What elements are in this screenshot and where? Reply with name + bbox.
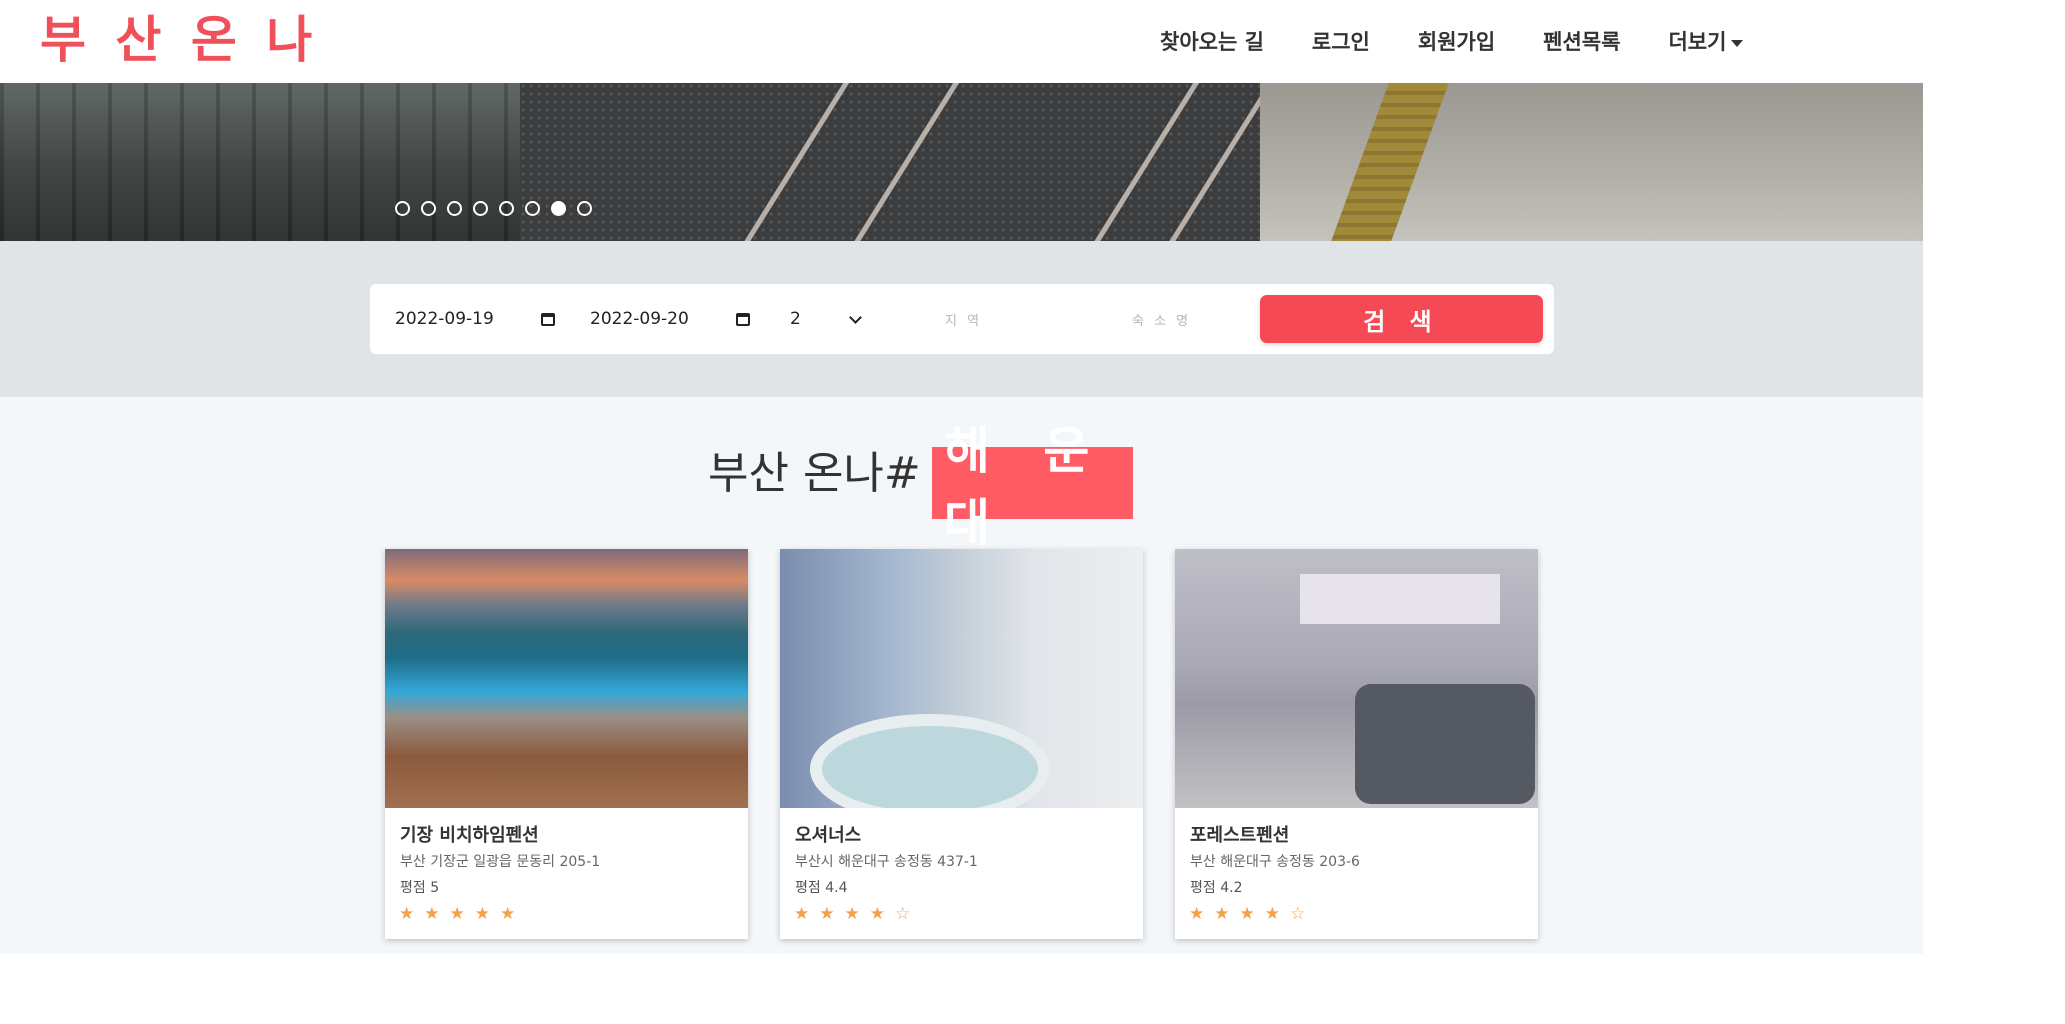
hero-image-left [0, 83, 520, 241]
carousel-dot[interactable] [525, 201, 540, 216]
carousel-dot[interactable] [473, 201, 488, 216]
star-filled-icon: ★ [500, 904, 516, 924]
star-filled-icon: ★ [1264, 904, 1280, 924]
checkin-value: 2022-09-19 [395, 309, 494, 329]
pension-image[interactable] [385, 549, 748, 808]
search-form: 2022-09-19 2022-09-20 2 지 역 숙 소 명 검 색 [370, 284, 1554, 354]
hero-carousel [0, 83, 1923, 241]
checkin-date-input[interactable]: 2022-09-19 [395, 284, 555, 354]
star-filled-icon: ★ [1189, 904, 1205, 924]
checkout-value: 2022-09-20 [590, 309, 689, 329]
region-placeholder: 지 역 [945, 313, 983, 329]
search-section: 2022-09-19 2022-09-20 2 지 역 숙 소 명 검 색 [0, 241, 1923, 397]
pension-name[interactable]: 오셔너스 [795, 821, 861, 847]
star-filled-icon: ★ [424, 904, 440, 924]
star-filled-icon: ★ [399, 904, 415, 924]
star-filled-icon: ★ [1239, 904, 1255, 924]
star-filled-icon: ★ [474, 904, 490, 924]
star-empty-icon: ☆ [1290, 904, 1306, 924]
lodging-name-input[interactable]: 숙 소 명 [1132, 284, 1242, 354]
nav-more-dropdown[interactable]: 더보기 [1668, 26, 1744, 56]
site-header: 부 산 온 나 찾아오는 길 로그인 회원가입 펜션목록 더보기 [0, 0, 2065, 83]
pension-address: 부산시 해운대구 송정동 437-1 [795, 854, 978, 870]
star-filled-icon: ★ [844, 904, 860, 924]
pension-image[interactable] [780, 549, 1143, 808]
pension-image[interactable] [1175, 549, 1538, 808]
pension-card[interactable]: 오셔너스 부산시 해운대구 송정동 437-1 평점 4.4 ★ ★ ★ ★ ☆ [780, 549, 1143, 939]
carousel-dot[interactable] [551, 201, 566, 216]
star-rating: ★ ★ ★ ★ ☆ [794, 904, 910, 924]
checkout-date-input[interactable]: 2022-09-20 [590, 284, 750, 354]
star-filled-icon: ★ [819, 904, 835, 924]
carousel-indicators [395, 201, 592, 216]
star-empty-icon: ☆ [895, 904, 911, 924]
nav-directions[interactable]: 찾아오는 길 [1160, 26, 1264, 56]
main-nav: 찾아오는 길 로그인 회원가입 펜션목록 더보기 [1160, 26, 1744, 56]
nav-more-label: 더보기 [1668, 30, 1727, 54]
carousel-dot[interactable] [421, 201, 436, 216]
nav-signup[interactable]: 회원가입 [1418, 26, 1495, 56]
pension-rating: 평점 4.2 [1190, 880, 1243, 896]
carousel-dot[interactable] [395, 201, 410, 216]
region-input[interactable]: 지 역 [945, 284, 1105, 354]
pension-card[interactable]: 기장 비치하임펜션 부산 기장군 일광읍 문동리 205-1 평점 5 ★ ★ ★ ★… [385, 549, 748, 939]
star-filled-icon: ★ [449, 904, 465, 924]
caret-down-icon [1731, 39, 1744, 47]
carousel-dot[interactable] [499, 201, 514, 216]
nav-pension-list[interactable]: 펜션목록 [1543, 26, 1620, 56]
lodging-placeholder: 숙 소 명 [1132, 313, 1192, 329]
nav-login[interactable]: 로그인 [1312, 26, 1370, 56]
featured-section: 부산 온나# 해 운 대 기장 비치하임펜션 부산 기장군 일광읍 문동리 20… [0, 397, 1923, 954]
pension-name[interactable]: 포레스트펜션 [1190, 821, 1289, 847]
carousel-dot[interactable] [577, 201, 592, 216]
calendar-icon[interactable] [541, 312, 555, 326]
site-logo[interactable]: 부 산 온 나 [40, 10, 318, 70]
carousel-dot[interactable] [447, 201, 462, 216]
star-rating: ★ ★ ★ ★ ☆ [1189, 904, 1305, 924]
region-highlight: 해 운 대 [932, 422, 1133, 552]
star-rating: ★ ★ ★ ★ ★ [399, 904, 515, 924]
pension-rating: 평점 4.4 [795, 880, 848, 896]
star-filled-icon: ★ [1214, 904, 1230, 924]
star-filled-icon: ★ [794, 904, 810, 924]
pension-address: 부산 기장군 일광읍 문동리 205-1 [400, 854, 601, 870]
guests-value: 2 [790, 309, 801, 329]
pension-name[interactable]: 기장 비치하임펜션 [400, 821, 539, 847]
guests-select[interactable]: 2 [790, 284, 862, 354]
chevron-down-icon [849, 310, 862, 324]
section-title: 부산 온나# [708, 448, 921, 499]
pension-address: 부산 해운대구 송정동 203-6 [1190, 854, 1360, 870]
calendar-icon[interactable] [736, 312, 750, 326]
pension-card[interactable]: 포레스트펜션 부산 해운대구 송정동 203-6 평점 4.2 ★ ★ ★ ★ ☆ [1175, 549, 1538, 939]
pension-rating: 평점 5 [400, 880, 440, 896]
search-button[interactable]: 검 색 [1260, 295, 1543, 343]
star-filled-icon: ★ [869, 904, 885, 924]
